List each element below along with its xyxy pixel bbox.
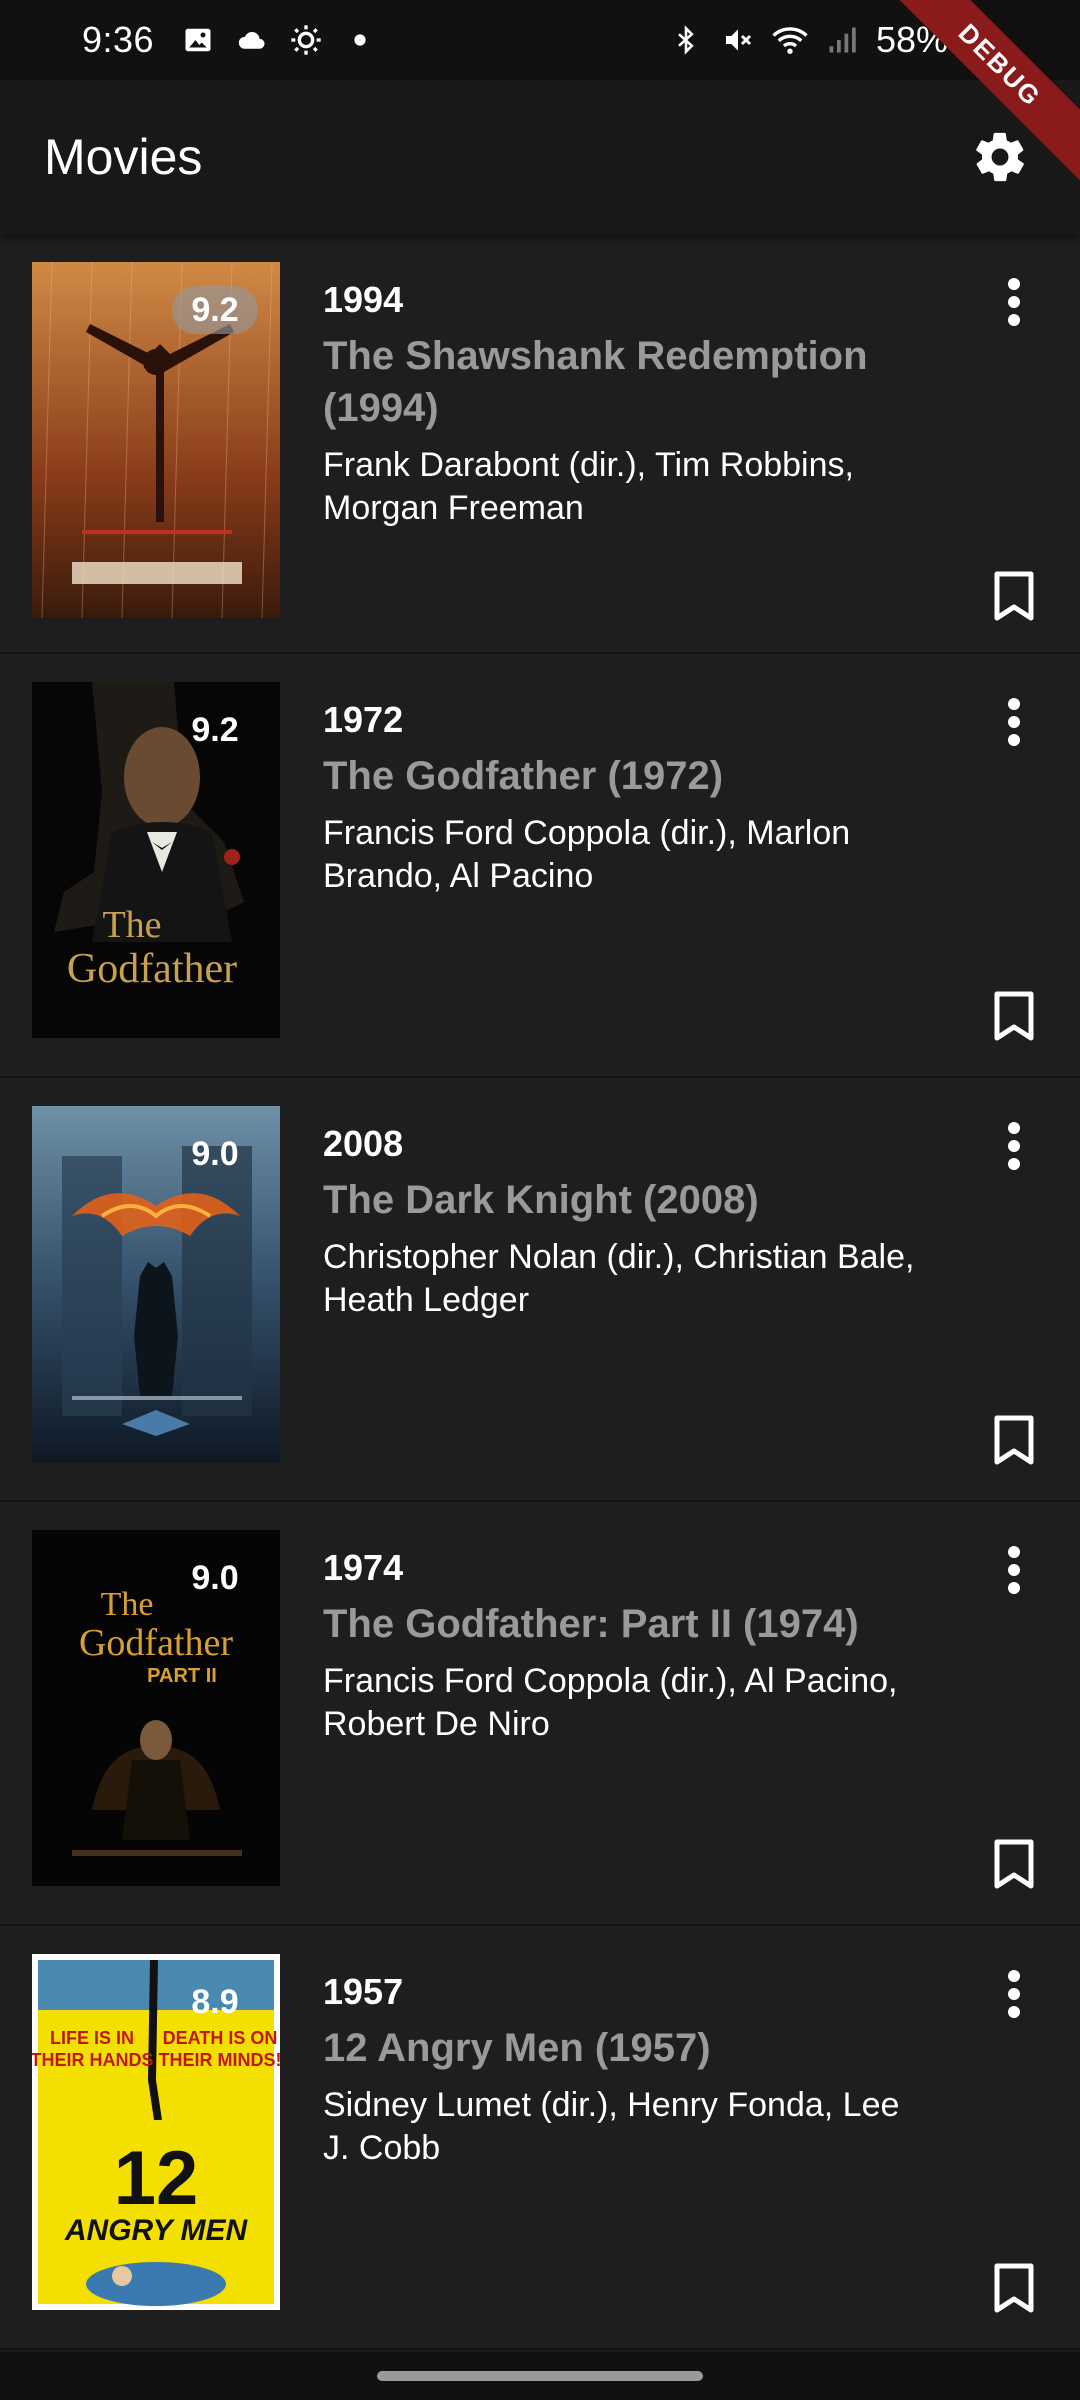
movie-credits: Christopher Nolan (dir.), Christian Bale… bbox=[323, 1238, 915, 1319]
movie-info: 1972 The Godfather (1972) Francis Ford C… bbox=[323, 698, 923, 898]
movie-credits: Francis Ford Coppola (dir.), Al Pacino, … bbox=[323, 1662, 898, 1743]
more-vert-icon bbox=[1008, 1546, 1020, 1594]
svg-text:12: 12 bbox=[114, 2136, 199, 2221]
svg-text:ANGRY MEN: ANGRY MEN bbox=[64, 2214, 249, 2247]
rating-badge: 9.0 bbox=[191, 1134, 239, 1173]
movie-title[interactable]: The Godfather: Part II (1974) bbox=[323, 1598, 923, 1650]
bookmark-button[interactable] bbox=[978, 560, 1050, 632]
movie-info: 1994 The Shawshank Redemption (1994) Fra… bbox=[323, 278, 923, 530]
list-item[interactable]: 9.2 1994 The Shawshank Redemption (1994)… bbox=[0, 234, 1080, 654]
bookmark-button[interactable] bbox=[978, 1404, 1050, 1476]
bookmark-icon bbox=[994, 1839, 1034, 1889]
movie-list[interactable]: 9.2 1994 The Shawshank Redemption (1994)… bbox=[0, 234, 1080, 2350]
page-title: Movies bbox=[44, 129, 203, 185]
movie-credits: Francis Ford Coppola (dir.), Marlon Bran… bbox=[323, 814, 851, 895]
movie-poster[interactable]: LIFE IS IN THEIR HANDS DEATH IS ON THEIR… bbox=[32, 1954, 280, 2310]
home-gesture-handle[interactable] bbox=[377, 2371, 703, 2381]
rating-badge: 9.0 bbox=[191, 1558, 239, 1597]
bookmark-button[interactable] bbox=[978, 980, 1050, 1052]
bookmark-button[interactable] bbox=[978, 2252, 1050, 2324]
movie-title[interactable]: The Dark Knight (2008) bbox=[323, 1174, 923, 1226]
svg-text:The: The bbox=[101, 1586, 154, 1623]
movie-year: 1994 bbox=[323, 279, 404, 320]
more-vert-icon bbox=[1008, 1970, 1020, 2018]
movie-poster[interactable]: 9.0 bbox=[32, 1106, 280, 1462]
svg-text:Godfather: Godfather bbox=[79, 1622, 233, 1664]
svg-text:The: The bbox=[102, 904, 161, 946]
rating-badge: 8.9 bbox=[191, 1982, 239, 2021]
movie-poster[interactable]: The Godfather PART II 9.0 bbox=[32, 1530, 280, 1886]
movie-title[interactable]: 12 Angry Men (1957) bbox=[323, 2022, 923, 2074]
movie-poster[interactable]: The Godfather 9.2 bbox=[32, 682, 280, 1038]
movie-credits: Frank Darabont (dir.), Tim Robbins, Morg… bbox=[323, 446, 854, 527]
movie-info: 1974 The Godfather: Part II (1974) Franc… bbox=[323, 1546, 923, 1746]
bookmark-icon bbox=[994, 991, 1034, 1041]
gallery-icon bbox=[180, 22, 216, 58]
svg-text:THEIR MINDS!: THEIR MINDS! bbox=[159, 2050, 281, 2070]
movie-year: 1974 bbox=[323, 1547, 404, 1588]
more-options-button[interactable] bbox=[978, 1958, 1050, 2030]
svg-text:Godfather: Godfather bbox=[67, 946, 237, 992]
svg-text:LIFE IS IN: LIFE IS IN bbox=[50, 2028, 134, 2048]
bookmark-button[interactable] bbox=[978, 1828, 1050, 1900]
wifi-icon bbox=[772, 22, 808, 58]
gear-icon bbox=[976, 132, 1024, 182]
movie-year: 1972 bbox=[323, 699, 404, 740]
movie-credits: Sidney Lumet (dir.), Henry Fonda, Lee J.… bbox=[323, 2086, 900, 2167]
signal-icon bbox=[824, 22, 860, 58]
settings-button[interactable] bbox=[964, 121, 1036, 193]
movie-info: 1957 12 Angry Men (1957) Sidney Lumet (d… bbox=[323, 1970, 923, 2170]
list-item[interactable]: 9.0 2008 The Dark Knight (2008) Christop… bbox=[0, 1078, 1080, 1502]
svg-text:PART II: PART II bbox=[147, 1665, 217, 1687]
more-options-button[interactable] bbox=[978, 266, 1050, 338]
status-time: 9:36 bbox=[82, 19, 155, 60]
dot-icon bbox=[342, 22, 378, 58]
more-vert-icon bbox=[1008, 278, 1020, 326]
movie-info: 2008 The Dark Knight (2008) Christopher … bbox=[323, 1122, 923, 1322]
movie-poster[interactable]: 9.2 bbox=[32, 262, 280, 618]
svg-text:THEIR HANDS: THEIR HANDS bbox=[32, 2050, 154, 2070]
status-left-icons bbox=[180, 22, 378, 58]
more-options-button[interactable] bbox=[978, 1534, 1050, 1606]
rating-badge: 9.2 bbox=[191, 710, 239, 749]
bookmark-icon bbox=[994, 1415, 1034, 1465]
movie-title[interactable]: The Godfather (1972) bbox=[323, 750, 923, 802]
more-vert-icon bbox=[1008, 698, 1020, 746]
svg-text:DEATH IS ON: DEATH IS ON bbox=[163, 2028, 278, 2048]
list-item[interactable]: The Godfather PART II 9.0 1974 The Godfa… bbox=[0, 1502, 1080, 1926]
more-vert-icon bbox=[1008, 1122, 1020, 1170]
more-options-button[interactable] bbox=[978, 686, 1050, 758]
cloud-icon bbox=[234, 22, 270, 58]
movie-title[interactable]: The Shawshank Redemption (1994) bbox=[323, 330, 923, 434]
movie-year: 2008 bbox=[323, 1123, 404, 1164]
navigation-bar bbox=[0, 2352, 1080, 2400]
app-bar: Movies bbox=[0, 80, 1080, 234]
bookmark-icon bbox=[994, 571, 1034, 621]
mute-icon bbox=[720, 22, 756, 58]
list-item[interactable]: LIFE IS IN THEIR HANDS DEATH IS ON THEIR… bbox=[0, 1926, 1080, 2350]
bookmark-icon bbox=[994, 2263, 1034, 2313]
rating-badge: 9.2 bbox=[172, 286, 258, 334]
brightness-icon bbox=[288, 22, 324, 58]
list-item[interactable]: The Godfather 9.2 1972 The Godfather (19… bbox=[0, 654, 1080, 1078]
more-options-button[interactable] bbox=[978, 1110, 1050, 1182]
movie-year: 1957 bbox=[323, 1971, 404, 2012]
bluetooth-icon bbox=[668, 22, 704, 58]
